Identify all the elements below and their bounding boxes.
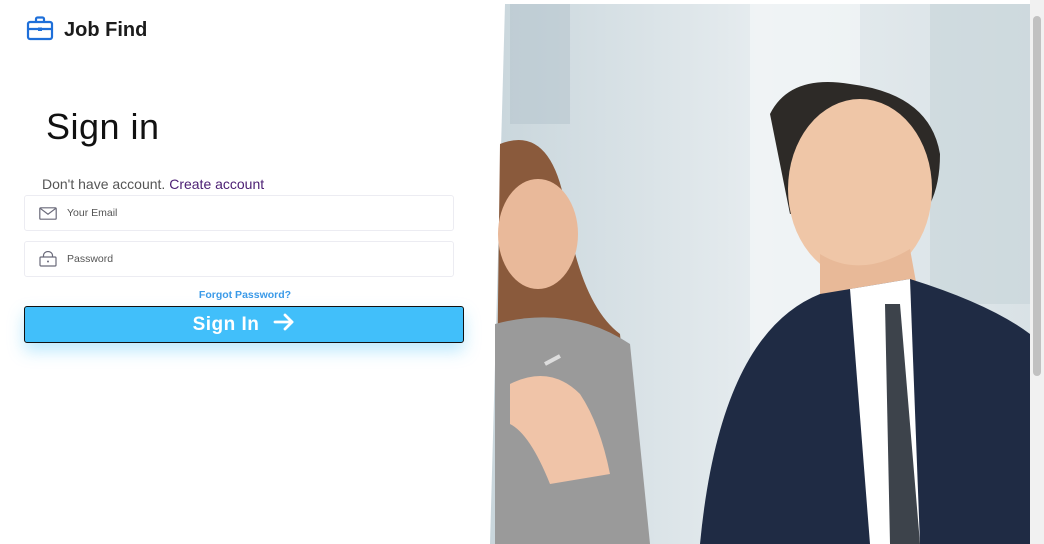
brand-name: Job Find	[64, 19, 148, 41]
signup-prompt: Don't have account. Create account	[42, 176, 264, 192]
briefcase-icon	[26, 15, 54, 46]
mail-icon	[39, 204, 57, 222]
forgot-password-link[interactable]: Forgot Password?	[0, 289, 490, 301]
lock-icon	[39, 250, 57, 268]
scrollbar-thumb[interactable]	[1033, 16, 1041, 376]
password-input[interactable]	[65, 252, 409, 266]
page-title: Sign in	[46, 106, 160, 147]
brand[interactable]: Job Find	[26, 15, 147, 46]
sign-in-button[interactable]: Sign In	[24, 306, 464, 343]
hero-photo	[490, 4, 1030, 544]
arrow-right-icon	[273, 313, 295, 337]
email-input[interactable]	[65, 206, 409, 220]
password-field[interactable]	[24, 241, 454, 277]
vertical-scrollbar[interactable]	[1030, 0, 1044, 544]
sign-in-label: Sign In	[192, 313, 260, 335]
signin-panel: Job Find Sign in Don't have account. Cre…	[0, 0, 500, 544]
email-field[interactable]	[24, 195, 454, 231]
create-account-link[interactable]: Create account	[169, 176, 264, 192]
no-account-text: Don't have account.	[42, 176, 166, 192]
